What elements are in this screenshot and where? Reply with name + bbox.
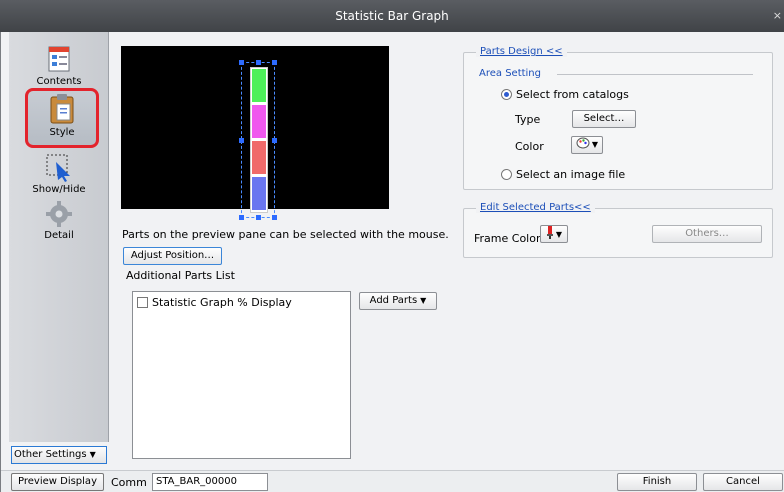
frame-color-button[interactable]: ▼ (540, 225, 568, 243)
radio-indicator[interactable] (501, 169, 512, 180)
type-label: Type (515, 113, 541, 126)
add-parts-label: Add Parts (369, 295, 418, 306)
preview-hint: Parts on the preview pane can be selecte… (122, 228, 449, 241)
list-item[interactable]: Statistic Graph % Display (137, 296, 292, 309)
bar-segment (252, 69, 266, 102)
additional-parts-label: Additional Parts List (126, 269, 235, 282)
paint-marker-icon (546, 226, 553, 239)
resize-handle[interactable] (272, 215, 277, 220)
sidebar-item-label: Show/Hide (32, 184, 86, 195)
show-hide-cursor-icon (46, 154, 70, 182)
close-icon[interactable]: × (773, 0, 782, 32)
chevron-down-icon: ▼ (555, 230, 563, 239)
bar-segment (252, 105, 266, 138)
contents-icon (48, 46, 70, 72)
resize-handle[interactable] (239, 60, 244, 65)
bar-segment (252, 177, 266, 210)
edit-selected-parts-toggle[interactable]: Edit Selected Parts<< (476, 202, 595, 213)
select-image-file-radio[interactable]: Select an image file (501, 168, 625, 181)
select-type-button[interactable]: Select… (572, 110, 636, 128)
palette-icon (576, 137, 590, 149)
resize-handle[interactable] (256, 60, 261, 65)
list-item-label: Statistic Graph % Display (152, 296, 292, 309)
style-clipboard-icon (50, 94, 74, 124)
comm-field[interactable]: STA_BAR_00000 (152, 473, 268, 491)
radio-indicator[interactable] (501, 89, 512, 100)
comm-label: Comm (111, 476, 147, 489)
other-settings-label: Other Settings (14, 449, 87, 460)
other-settings-dropdown[interactable]: Other Settings ▼ (11, 446, 107, 464)
frame-color-label: Frame Color (474, 232, 541, 245)
footer-bar: Preview Display Comm STA_BAR_00000 Finis… (1, 470, 784, 492)
preview-pane[interactable] (121, 46, 389, 220)
color-label: Color (515, 140, 544, 153)
add-parts-button[interactable]: Add Parts ▼ (359, 292, 437, 310)
parts-design-toggle[interactable]: Parts Design << (476, 46, 567, 57)
finish-button[interactable]: Finish (617, 473, 697, 491)
resize-handle[interactable] (239, 138, 244, 143)
sidebar-item-show-hide[interactable]: Show/Hide (9, 152, 109, 195)
sidebar-item-detail[interactable]: Detail (9, 200, 109, 241)
resize-handle[interactable] (272, 60, 277, 65)
title-bar: Statistic Bar Graph × (0, 0, 784, 32)
radio-label: Select an image file (516, 168, 626, 181)
bar-segment (252, 141, 266, 174)
sidebar-item-label: Style (49, 127, 75, 138)
resize-handle[interactable] (272, 138, 277, 143)
sidebar-item-label: Detail (44, 230, 74, 241)
additional-parts-list[interactable]: Statistic Graph % Display (132, 291, 351, 459)
chevron-down-icon: ▼ (89, 450, 96, 459)
bar-graph (250, 67, 268, 213)
gear-icon (46, 201, 72, 227)
divider (557, 74, 753, 75)
chevron-down-icon: ▼ (420, 296, 427, 305)
bar-graph-selection[interactable] (239, 60, 277, 220)
chevron-down-icon: ▼ (591, 140, 599, 149)
resize-handle[interactable] (239, 215, 244, 220)
preview-display-button[interactable]: Preview Display (11, 473, 104, 491)
radio-label: Select from catalogs (516, 88, 629, 101)
area-setting-label: Area Setting (479, 68, 541, 79)
checkbox[interactable] (137, 297, 148, 308)
color-picker-button[interactable]: ▼ (571, 136, 603, 154)
select-from-catalogs-radio[interactable]: Select from catalogs (501, 88, 629, 101)
sidebar: Contents Style Show/Hide Detail (9, 32, 109, 442)
sidebar-item-contents[interactable]: Contents (9, 44, 109, 87)
adjust-position-button[interactable]: Adjust Position… (123, 247, 222, 265)
sidebar-item-label: Contents (36, 76, 82, 87)
window-title: Statistic Bar Graph (335, 9, 449, 23)
others-button[interactable]: Others… (652, 225, 762, 243)
dialog-body: Contents Style Show/Hide Detail Other Se… (0, 32, 784, 492)
resize-handle[interactable] (256, 215, 261, 220)
cancel-button[interactable]: Cancel (703, 473, 783, 491)
sidebar-item-style[interactable]: Style (25, 88, 99, 148)
